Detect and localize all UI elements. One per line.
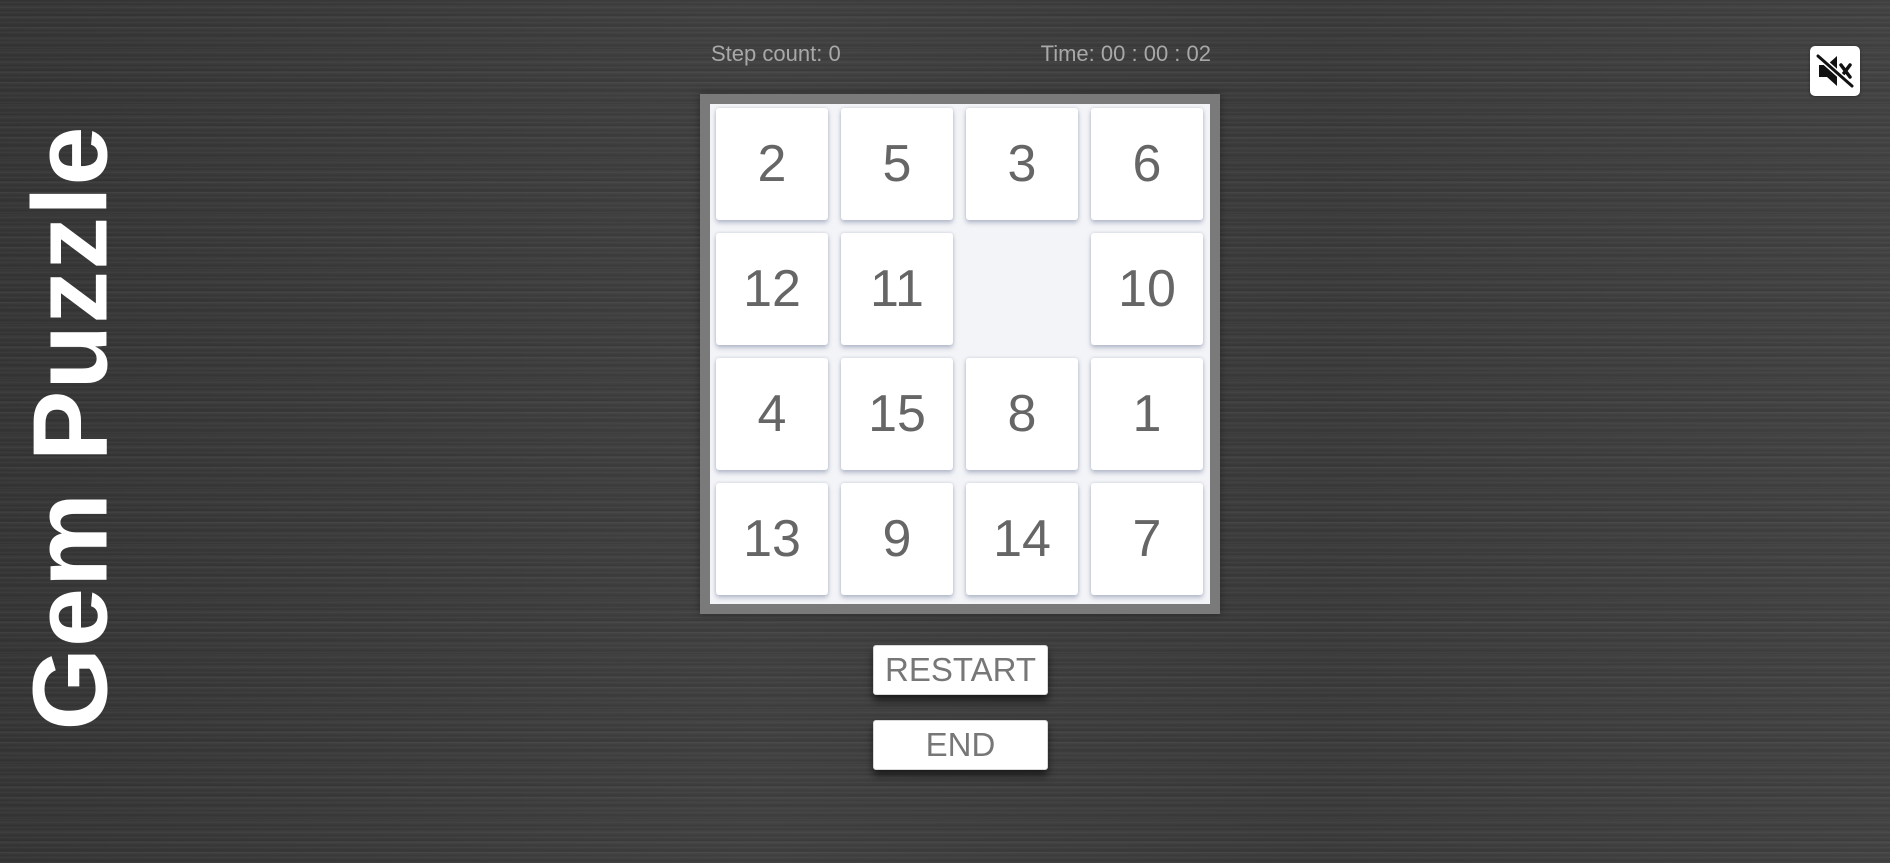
puzzle-tile-10[interactable]: 10 [1091, 233, 1203, 345]
puzzle-tile-11[interactable]: 11 [841, 233, 953, 345]
puzzle-board-grid: 2 5 3 6 12 11 10 4 15 8 1 13 9 14 7 [710, 104, 1210, 604]
timer: Time: 00 : 00 : 02 [1041, 41, 1211, 67]
puzzle-tile-8[interactable]: 8 [966, 358, 1078, 470]
puzzle-tile-14[interactable]: 14 [966, 483, 1078, 595]
step-counter: Step count: 0 [711, 41, 841, 67]
step-count-value: 0 [828, 41, 841, 66]
puzzle-tile-5[interactable]: 5 [841, 108, 953, 220]
puzzle-board: 2 5 3 6 12 11 10 4 15 8 1 13 9 14 7 [700, 94, 1220, 614]
sound-toggle-button[interactable] [1810, 46, 1860, 96]
puzzle-tile-7[interactable]: 7 [1091, 483, 1203, 595]
puzzle-tile-2[interactable]: 2 [716, 108, 828, 220]
game-title: Gem Puzzle [11, 126, 129, 731]
puzzle-tile-6[interactable]: 6 [1091, 108, 1203, 220]
time-value: 00 : 00 : 02 [1100, 41, 1211, 66]
puzzle-tile-12[interactable]: 12 [716, 233, 828, 345]
speaker-muted-icon [1816, 54, 1854, 88]
end-button[interactable]: END [873, 720, 1048, 770]
puzzle-tile-13[interactable]: 13 [716, 483, 828, 595]
time-label: Time: [1040, 41, 1095, 66]
puzzle-tile-3[interactable]: 3 [966, 108, 1078, 220]
stats-bar: Step count: 0 Time: 00 : 00 : 02 [711, 41, 1211, 67]
game-title-text: Gem Puzzle [11, 125, 129, 731]
puzzle-tile-1[interactable]: 1 [1091, 358, 1203, 470]
puzzle-tile-15[interactable]: 15 [841, 358, 953, 470]
puzzle-tile-4[interactable]: 4 [716, 358, 828, 470]
restart-button[interactable]: RESTART [873, 645, 1048, 695]
puzzle-tile-9[interactable]: 9 [841, 483, 953, 595]
step-count-label: Step count: [711, 41, 823, 66]
